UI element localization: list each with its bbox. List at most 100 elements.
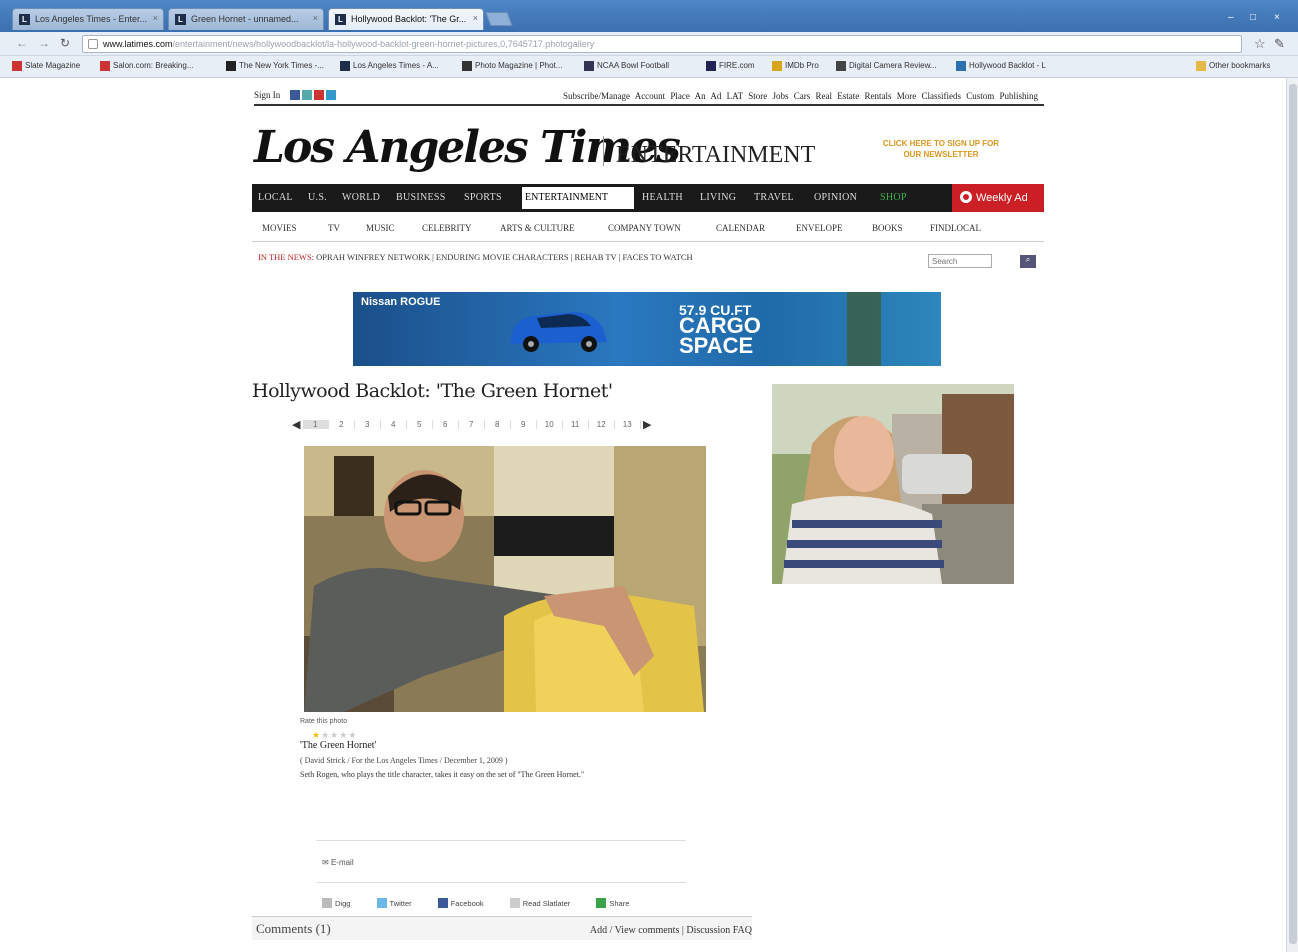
bookmark-item[interactable]: Photo Magazine | Phot...: [462, 61, 563, 71]
bookmark-item[interactable]: Los Angeles Times - A...: [340, 61, 439, 71]
page-number[interactable]: 2: [329, 420, 355, 429]
secondary-gallery-photo[interactable]: [772, 384, 1014, 584]
email-link[interactable]: ✉ E-mail: [322, 858, 354, 867]
newsletter-signup-link[interactable]: CLICK HERE TO SIGN UP FOR OUR NEWSLETTER: [876, 138, 1006, 160]
nissan-banner-ad[interactable]: Nissan ROGUE 57.9 CU.FT CARGO SPACE: [353, 292, 941, 366]
utility-bar: Sign In Subscribe/Manage Account Place A…: [254, 88, 1044, 106]
page-number[interactable]: 4: [381, 420, 407, 429]
subnav-company-town[interactable]: COMPANY TOWN: [608, 223, 681, 233]
nav-travel[interactable]: TRAVEL: [754, 192, 794, 203]
close-icon[interactable]: ×: [313, 13, 318, 23]
subnav-tv[interactable]: TV: [328, 223, 340, 233]
star-icon[interactable]: ★: [339, 730, 348, 740]
page-number[interactable]: 11: [563, 420, 589, 429]
tab-label: Green Hornet - unnamed...: [191, 14, 299, 24]
bookmark-item[interactable]: FIRE.com: [706, 61, 755, 71]
minimize-icon[interactable]: –: [1228, 12, 1234, 23]
nav-opinion[interactable]: OPINION: [814, 192, 857, 203]
read-later-link[interactable]: Read Slatlater: [509, 898, 583, 908]
in-the-news-links[interactable]: OPRAH WINFREY NETWORK | ENDURING MOVIE C…: [316, 252, 693, 262]
page-number[interactable]: 1: [302, 420, 329, 429]
star-icon[interactable]: ★: [321, 730, 330, 740]
search-input[interactable]: [928, 254, 992, 268]
other-bookmarks[interactable]: Other bookmarks: [1196, 61, 1270, 71]
close-icon[interactable]: ×: [153, 13, 158, 23]
nav-living[interactable]: LIVING: [700, 192, 736, 203]
nav-shop[interactable]: SHOP: [880, 192, 907, 203]
subnav-books[interactable]: BOOKS: [872, 223, 903, 233]
twitter-icon: [376, 898, 387, 908]
star-icon[interactable]: ★: [312, 730, 321, 740]
url-input[interactable]: www.latimes.com/entertainment/news/holly…: [82, 35, 1242, 53]
page-number[interactable]: 3: [355, 420, 381, 429]
subnav-envelope[interactable]: ENVELOPE: [796, 223, 843, 233]
subnav-movies[interactable]: MOVIES: [262, 223, 297, 233]
new-tab-button[interactable]: [485, 12, 513, 26]
nav-entertainment[interactable]: ENTERTAINMENT: [522, 187, 634, 209]
nav-sports[interactable]: SPORTS: [464, 192, 502, 203]
main-gallery-photo[interactable]: [304, 446, 706, 712]
bookmark-item[interactable]: Hollywood Backlot - L: [956, 61, 1046, 71]
vertical-scrollbar[interactable]: [1286, 78, 1298, 952]
subnav-arts-culture[interactable]: ARTS & CULTURE: [500, 223, 575, 233]
page-number[interactable]: 12: [589, 420, 615, 429]
reload-icon[interactable]: ↻: [60, 36, 70, 50]
rss-icon[interactable]: [326, 90, 336, 100]
scrollbar-thumb[interactable]: [1289, 84, 1297, 944]
twitter-icon[interactable]: [302, 90, 312, 100]
subnav-celebrity[interactable]: CELEBRITY: [422, 223, 472, 233]
bookmark-item[interactable]: Digital Camera Review...: [836, 61, 937, 71]
close-window-icon[interactable]: ×: [1274, 12, 1280, 23]
nav-health[interactable]: HEALTH: [642, 192, 683, 203]
share-link[interactable]: Share: [596, 898, 641, 908]
page-number[interactable]: 7: [459, 420, 485, 429]
facebook-link[interactable]: Facebook: [437, 898, 496, 908]
search-button[interactable]: ⌕: [1020, 255, 1036, 268]
sign-in-link[interactable]: Sign In: [254, 90, 280, 100]
bookmark-label: Slate Magazine: [25, 61, 81, 70]
comments-links[interactable]: Add / View comments | Discussion FAQ: [590, 925, 752, 936]
subnav-music[interactable]: MUSIC: [366, 223, 395, 233]
bookmark-label: NCAA Bowl Football: [597, 61, 670, 70]
bookmark-item[interactable]: Slate Magazine: [12, 61, 81, 71]
close-icon[interactable]: ×: [473, 13, 478, 23]
page-number[interactable]: 9: [511, 420, 537, 429]
star-icon[interactable]: ★: [330, 730, 339, 740]
page-number[interactable]: 13: [615, 420, 641, 429]
bookmark-star-icon[interactable]: ☆: [1254, 36, 1266, 52]
photo-credit: ( David Strick / For the Los Angeles Tim…: [300, 756, 508, 765]
bookmark-item[interactable]: NCAA Bowl Football: [584, 61, 670, 71]
nav-business[interactable]: BUSINESS: [396, 192, 446, 203]
maximize-icon[interactable]: □: [1250, 12, 1256, 23]
nav-world[interactable]: WORLD: [342, 192, 380, 203]
main-navigation: LOCAL U.S. WORLD BUSINESS SPORTS ENTERTA…: [252, 184, 1044, 212]
page-number[interactable]: 8: [485, 420, 511, 429]
facebook-icon[interactable]: [290, 90, 300, 100]
weekly-ad-button[interactable]: Weekly Ad: [952, 184, 1044, 212]
bookmark-label: Photo Magazine | Phot...: [475, 61, 563, 70]
forward-icon[interactable]: →: [38, 36, 50, 50]
photo-caption: Seth Rogen, who plays the title characte…: [300, 770, 585, 779]
bookmark-item[interactable]: Salon.com: Breaking...: [100, 61, 193, 71]
google-icon[interactable]: [314, 90, 324, 100]
nav-local[interactable]: LOCAL: [258, 192, 293, 203]
utility-links[interactable]: Subscribe/Manage Account Place An Ad LAT…: [563, 91, 1038, 101]
page-number[interactable]: 10: [537, 420, 563, 429]
wrench-icon[interactable]: ✎: [1274, 36, 1285, 52]
twitter-link[interactable]: Twitter: [376, 898, 424, 908]
nav-us[interactable]: U.S.: [308, 192, 327, 203]
page-number[interactable]: 6: [433, 420, 459, 429]
star-icon[interactable]: ★: [348, 730, 357, 740]
browser-tab-3[interactable]: L Hollywood Backlot: 'The Gr... ×: [328, 8, 484, 30]
back-icon[interactable]: ←: [16, 36, 28, 50]
next-arrow-icon[interactable]: ▶: [643, 419, 651, 431]
bookmark-item[interactable]: The New York Times -...: [226, 61, 324, 71]
page-number[interactable]: 5: [407, 420, 433, 429]
bookmark-item[interactable]: IMDb Pro: [772, 61, 819, 71]
previous-arrow-icon[interactable]: ◀: [292, 419, 300, 431]
subnav-findlocal[interactable]: FINDLOCAL: [930, 223, 981, 233]
browser-tab-1[interactable]: L Los Angeles Times - Enter... ×: [12, 8, 164, 30]
subnav-calendar[interactable]: CALENDAR: [716, 223, 765, 233]
browser-tab-2[interactable]: L Green Hornet - unnamed... ×: [168, 8, 324, 30]
digg-link[interactable]: Digg: [322, 898, 362, 908]
